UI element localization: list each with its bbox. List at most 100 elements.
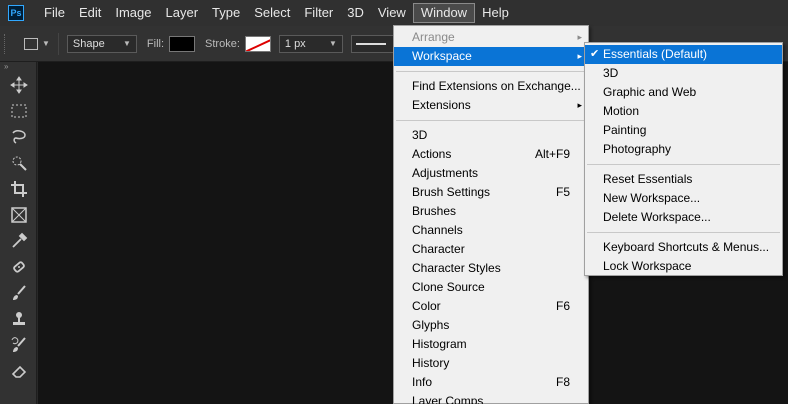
menu-separator <box>587 164 780 165</box>
menu-item-channels[interactable]: Channels <box>394 221 588 240</box>
tool-lasso[interactable] <box>0 124 37 150</box>
stroke-label: Stroke: <box>205 37 240 50</box>
menu-item-lock-workspace[interactable]: Lock Workspace <box>585 257 782 276</box>
menu-item-histogram[interactable]: Histogram <box>394 335 588 354</box>
shortcut-label: Alt+F9 <box>534 147 570 161</box>
menu-help[interactable]: Help <box>475 3 516 23</box>
menu-item-history[interactable]: History <box>394 354 588 373</box>
menu-item-keyboard-shortcuts-menus[interactable]: Keyboard Shortcuts & Menus... <box>585 238 782 257</box>
checkmark-icon: ✔ <box>590 48 600 60</box>
shortcut-label: F6 <box>555 299 570 313</box>
menu-item-label: Glyphs <box>412 318 450 332</box>
menu-item-find-extensions-on-exchange[interactable]: Find Extensions on Exchange... <box>394 77 588 96</box>
menu-item-clone-source[interactable]: Clone Source <box>394 278 588 297</box>
chevron-down-icon[interactable]: ▼ <box>42 39 50 48</box>
menu-item-3d[interactable]: 3D <box>585 64 782 83</box>
history-brush-icon <box>11 337 26 352</box>
tool-move[interactable] <box>0 72 37 98</box>
menu-item-brush-settings[interactable]: Brush Settings F5 <box>394 183 588 202</box>
tool-history-brush[interactable] <box>0 332 37 358</box>
expand-toolbar-icon[interactable]: » <box>0 62 36 72</box>
submenu-arrow-icon: ▸ <box>577 51 582 61</box>
menu-window[interactable]: Window <box>412 3 476 23</box>
chevron-down-icon: ▼ <box>123 39 131 48</box>
menu-item-label: Brush Settings <box>412 185 491 199</box>
tool-crop[interactable] <box>0 176 37 202</box>
menu-item-delete-workspace[interactable]: Delete Workspace... <box>585 208 782 227</box>
tool-eraser[interactable] <box>0 358 37 384</box>
submenu-arrow-icon: ▸ <box>577 32 582 42</box>
workspace-submenu: ✔ Essentials (Default) 3D Graphic and Web Mo… <box>584 42 783 276</box>
menu-item-label: Histogram <box>412 337 467 351</box>
separator <box>57 32 59 55</box>
menu-type[interactable]: Type <box>205 3 247 23</box>
stroke-width-input[interactable]: 1 px ▼ <box>278 34 343 53</box>
stroke-type-select[interactable] <box>350 34 395 53</box>
menu-item-arrange: Arrange ▸ <box>394 28 588 47</box>
menu-item-new-workspace[interactable]: New Workspace... <box>585 189 782 208</box>
menu-item-label: 3D <box>412 128 428 142</box>
stroke-width-value: 1 px <box>284 37 306 50</box>
menu-item-workspace[interactable]: Workspace ▸ <box>394 47 588 66</box>
tool-clone-stamp[interactable] <box>0 306 37 332</box>
menu-item-actions[interactable]: Actions Alt+F9 <box>394 145 588 164</box>
menu-item-label: Delete Workspace... <box>603 210 711 224</box>
menu-item-color[interactable]: Color F6 <box>394 297 588 316</box>
menu-item-label: Extensions <box>412 98 471 112</box>
menu-select[interactable]: Select <box>247 3 297 23</box>
menu-item-label: 3D <box>603 66 619 80</box>
tool-brush[interactable] <box>0 280 37 306</box>
menu-bar: Ps File Edit Image Layer Type Select Filter 3D V… <box>0 0 788 26</box>
tool-mode-value: Shape <box>72 37 105 50</box>
stroke-swatch[interactable] <box>244 35 271 52</box>
menu-item-reset-essentials[interactable]: Reset Essentials <box>585 170 782 189</box>
menu-layer[interactable]: Layer <box>159 3 206 23</box>
menu-item-glyphs[interactable]: Glyphs <box>394 316 588 335</box>
menu-view[interactable]: View <box>371 3 413 23</box>
eyedropper-icon <box>11 232 27 248</box>
submenu-arrow-icon: ▸ <box>577 100 582 110</box>
menu-file[interactable]: File <box>37 3 72 23</box>
tool-marquee[interactable] <box>0 98 37 124</box>
menu-3d[interactable]: 3D <box>340 3 371 23</box>
tool-quick-selection[interactable] <box>0 150 37 176</box>
menu-item-graphic-and-web[interactable]: Graphic and Web <box>585 83 782 102</box>
clone-stamp-icon <box>12 312 25 325</box>
fill-swatch[interactable] <box>169 35 196 52</box>
menu-item-label: Character Styles <box>412 261 501 275</box>
menu-item-info[interactable]: Info F8 <box>394 373 588 392</box>
menu-item-label: Essentials (Default) <box>603 47 708 61</box>
menu-item-painting[interactable]: Painting <box>585 121 782 140</box>
menu-item-label: Workspace <box>412 49 472 63</box>
menu-filter[interactable]: Filter <box>297 3 340 23</box>
menu-item-character[interactable]: Character <box>394 240 588 259</box>
menu-item-photography[interactable]: Photography <box>585 140 782 159</box>
menu-item-brushes[interactable]: Brushes <box>394 202 588 221</box>
tool-eyedropper[interactable] <box>0 228 37 254</box>
menu-item-label: Color <box>412 299 441 313</box>
menu-item-3d[interactable]: 3D <box>394 126 588 145</box>
menu-item-label: Info <box>412 375 433 389</box>
tool-frame[interactable] <box>0 202 37 228</box>
menu-separator <box>396 120 586 121</box>
menu-edit[interactable]: Edit <box>72 3 108 23</box>
options-bar-grip[interactable] <box>4 33 10 54</box>
menu-item-character-styles[interactable]: Character Styles <box>394 259 588 278</box>
menu-item-adjustments[interactable]: Adjustments <box>394 164 588 183</box>
brush-icon <box>12 285 26 300</box>
quick-selection-icon <box>12 156 27 171</box>
frame-icon <box>10 207 27 223</box>
shape-tool-preset-icon[interactable] <box>24 37 38 50</box>
tool-mode-select[interactable]: Shape ▼ <box>66 34 137 53</box>
menu-item-label: Motion <box>603 104 640 118</box>
menu-item-label: Reset Essentials <box>603 172 693 186</box>
tool-healing-brush[interactable] <box>0 254 37 280</box>
menu-item-motion[interactable]: Motion <box>585 102 782 121</box>
menu-item-label: Brushes <box>412 204 457 218</box>
menu-item-essentials-default[interactable]: ✔ Essentials (Default) <box>585 45 782 64</box>
photoshop-logo: Ps <box>8 5 24 21</box>
menu-image[interactable]: Image <box>108 3 158 23</box>
menu-item-extensions[interactable]: Extensions ▸ <box>394 96 588 115</box>
menu-item-label: Adjustments <box>412 166 479 180</box>
menu-item-layer-comps[interactable]: Layer Comps <box>394 392 588 404</box>
